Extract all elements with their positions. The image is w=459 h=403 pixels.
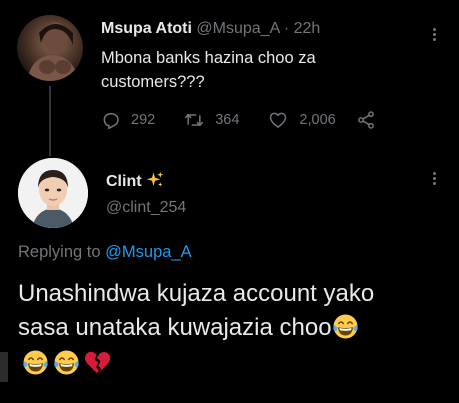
more-icon[interactable] [433, 28, 437, 44]
parent-author-avatar[interactable] [17, 15, 83, 81]
parent-author-name[interactable]: Msupa Atoti [101, 20, 192, 37]
parent-avatar-image [27, 22, 79, 81]
reply-text-line-2-wrap: sasa unataka kuwajazia choo [18, 311, 448, 345]
retweet-button[interactable]: 364 [183, 110, 239, 130]
tears-of-joy-icon [23, 350, 48, 375]
reply-trailing-emojis [22, 349, 115, 376]
like-button[interactable]: 2,006 [267, 110, 336, 130]
parent-tweet-text: Mbona banks hazina choo za customers??? [101, 49, 316, 91]
reply-tweet-text: Unashindwa kujaza account yako sasa unat… [18, 277, 448, 345]
reply-count: 292 [131, 112, 156, 128]
parent-tweet-header: Msupa Atoti @Msupa_A · 22h [101, 20, 320, 38]
thread-connector-line [49, 86, 51, 156]
broken-heart-icon [84, 351, 111, 373]
sparkles-icon [146, 171, 164, 187]
reply-author-name-text: Clint [106, 173, 142, 190]
retweet-icon [185, 113, 204, 127]
reply-author-name[interactable]: Clint [106, 171, 164, 191]
parent-author-handle[interactable]: @Msupa_A [196, 20, 279, 37]
parent-tweet-time[interactable]: 22h [294, 20, 321, 37]
replying-to-label: Replying to [18, 243, 101, 261]
share-button[interactable] [356, 110, 386, 130]
image-edge-artifact [0, 352, 8, 382]
replying-to-mention[interactable]: @Msupa_A [105, 243, 191, 261]
replying-to-line: Replying to @Msupa_A [18, 243, 192, 262]
reply-text-line-1: Unashindwa kujaza account yako [18, 280, 375, 307]
tears-of-joy-icon [54, 350, 79, 375]
retweet-count: 364 [215, 112, 240, 128]
share-icon [357, 111, 374, 129]
header-separator: · [283, 20, 290, 37]
reply-author-handle[interactable]: @clint_254 [106, 199, 186, 217]
reply-text-line-2: sasa unataka kuwajazia choo [18, 314, 332, 341]
reply-author-avatar[interactable] [18, 158, 88, 228]
parent-tweet-actions: 292 364 2,006 [101, 109, 414, 131]
heart-icon [270, 112, 287, 128]
reply-icon [103, 113, 119, 130]
like-count: 2,006 [299, 112, 336, 128]
more-icon[interactable] [433, 172, 437, 188]
tears-of-joy-icon [332, 314, 358, 339]
reply-button[interactable]: 292 [101, 110, 155, 130]
reply-avatar-image [18, 158, 88, 228]
